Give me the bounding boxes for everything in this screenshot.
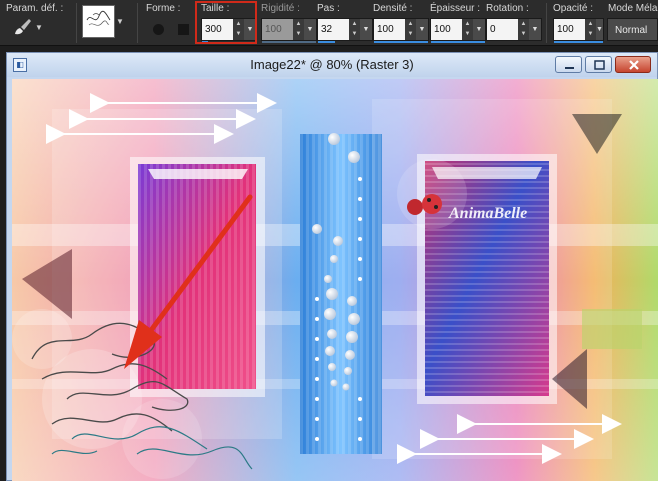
hardness-dropdown-icon[interactable]: ▼ bbox=[304, 19, 316, 40]
rotation-spinner-icon[interactable]: ▲ ▼ bbox=[518, 19, 529, 40]
thickness-dropdown-icon[interactable]: ▼ bbox=[473, 19, 485, 40]
hardness-spinner-icon[interactable]: ▲ ▼ bbox=[293, 19, 304, 40]
chevron-down-icon: ▼ bbox=[35, 23, 43, 32]
paintbrush-icon bbox=[15, 19, 31, 35]
step-value[interactable]: 32 bbox=[318, 19, 349, 40]
hardness-slider-bar[interactable] bbox=[262, 41, 316, 43]
preset-label: Param. déf. : bbox=[6, 3, 64, 14]
density-slider-bar[interactable] bbox=[374, 41, 428, 43]
watermark-text: AnimaBelle bbox=[448, 205, 527, 222]
hardness-label: Rigidité : bbox=[261, 3, 300, 14]
rotation-dropdown-icon[interactable]: ▼ bbox=[529, 19, 541, 40]
square-shape-icon[interactable] bbox=[178, 24, 189, 35]
opacity-dropdown-icon[interactable]: ▼ bbox=[596, 19, 603, 40]
thickness-field[interactable]: 100 ▲ ▼ ▼ bbox=[430, 18, 486, 43]
size-highlight-frame bbox=[195, 1, 257, 44]
density-field[interactable]: 100 ▲ ▼ ▼ bbox=[373, 18, 429, 43]
minimize-icon bbox=[565, 67, 574, 69]
brush-preset-thumbnail[interactable] bbox=[82, 5, 115, 38]
rotation-label: Rotation : bbox=[486, 3, 529, 14]
brush-stroke-preview-icon bbox=[86, 10, 111, 26]
step-spinner-icon[interactable]: ▲ ▼ bbox=[349, 19, 360, 40]
density-label: Densité : bbox=[373, 3, 413, 14]
hardness-field[interactable]: 100 ▲ ▼ ▼ bbox=[261, 18, 317, 43]
shape-label: Forme : bbox=[146, 3, 181, 14]
blend-mode-select[interactable]: Normal bbox=[607, 18, 658, 41]
opacity-slider-bar[interactable] bbox=[554, 41, 603, 43]
image-canvas[interactable]: AnimaBelle bbox=[12, 79, 658, 481]
rotation-field[interactable]: 0 ▲ ▼ ▼ bbox=[486, 18, 542, 41]
preset-chevron-down-icon[interactable]: ▼ bbox=[116, 17, 124, 26]
close-button[interactable] bbox=[615, 56, 651, 73]
thickness-slider-bar[interactable] bbox=[431, 41, 485, 43]
left-panel-texture bbox=[138, 164, 256, 389]
round-shape-icon[interactable] bbox=[153, 24, 164, 35]
minimize-button[interactable] bbox=[555, 56, 582, 73]
step-dropdown-icon[interactable]: ▼ bbox=[360, 19, 372, 40]
step-label: Pas : bbox=[317, 3, 340, 14]
rotation-value[interactable]: 0 bbox=[487, 19, 518, 40]
thickness-label: Épaisseur : bbox=[430, 3, 481, 14]
artwork-composition: AnimaBelle bbox=[12, 79, 658, 481]
thickness-spinner-icon[interactable]: ▲ ▼ bbox=[462, 19, 473, 40]
left-panel-shine bbox=[148, 169, 248, 179]
close-icon bbox=[629, 60, 639, 70]
tool-options-bar: Param. déf. : ▼ ▼ Forme : Taille : 300 ▲… bbox=[0, 0, 658, 46]
hardness-value[interactable]: 100 bbox=[262, 19, 293, 40]
maximize-icon bbox=[594, 60, 605, 70]
density-spinner-icon[interactable]: ▲ ▼ bbox=[405, 19, 416, 40]
step-field[interactable]: 32 ▲ ▼ ▼ bbox=[317, 18, 373, 43]
right-green-block bbox=[582, 309, 642, 349]
density-value[interactable]: 100 bbox=[374, 19, 405, 40]
preset-brush-button[interactable]: ▼ bbox=[6, 16, 46, 38]
step-slider-bar[interactable] bbox=[318, 41, 335, 43]
opacity-field[interactable]: 100 ▲ ▼ ▼ bbox=[553, 18, 604, 43]
document-titlebar[interactable]: ◧ Image22* @ 80% (Raster 3) bbox=[7, 53, 657, 77]
opacity-spinner-icon[interactable]: ▲ ▼ bbox=[585, 19, 596, 40]
blend-mode-label: Mode Mélan bbox=[608, 3, 658, 14]
density-dropdown-icon[interactable]: ▼ bbox=[416, 19, 428, 40]
opacity-label: Opacité : bbox=[553, 3, 594, 14]
opacity-value[interactable]: 100 bbox=[554, 19, 585, 40]
document-window: ◧ Image22* @ 80% (Raster 3) AnimaBelle bbox=[6, 52, 658, 481]
maximize-button[interactable] bbox=[585, 56, 612, 73]
thickness-value[interactable]: 100 bbox=[431, 19, 462, 40]
center-strip-texture bbox=[300, 134, 382, 454]
